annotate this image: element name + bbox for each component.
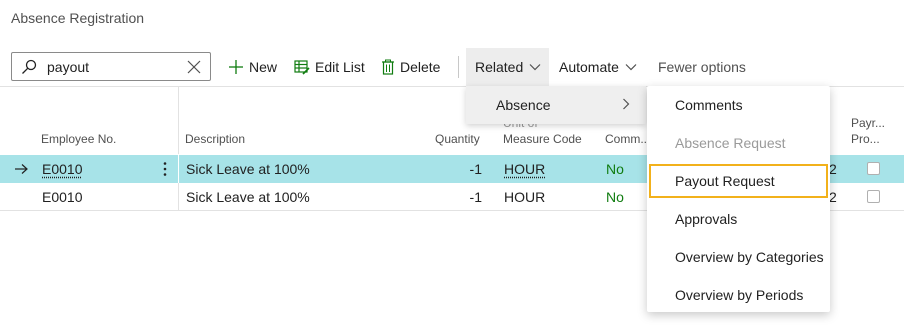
absence-actions-menu: Comments Absence Request Payout Request … [647, 86, 830, 312]
menu-item-label: Approvals [675, 211, 738, 227]
delete-button-label: Delete [400, 59, 441, 75]
clear-icon[interactable] [187, 60, 201, 74]
automate-button-label: Automate [559, 59, 619, 75]
cell-hidden-tail: 2 [829, 189, 837, 205]
column-header-description[interactable]: Description [185, 132, 245, 147]
column-header-quantity[interactable]: Quantity [435, 132, 480, 147]
search-value: payout [47, 59, 90, 75]
menu-item-absence-request: Absence Request [647, 124, 830, 162]
related-submenu-absence[interactable]: Absence [466, 86, 646, 124]
chevron-down-icon [529, 64, 541, 71]
cell-comment[interactable]: No [606, 189, 624, 205]
cell-employee-no[interactable]: E0010 [42, 189, 82, 205]
column-separator [178, 87, 179, 154]
related-button-label: Related [475, 59, 524, 75]
column-header-uom[interactable]: Measure Code [503, 132, 582, 147]
edit-list-icon [294, 60, 310, 75]
column-header-comment[interactable]: Comm... [605, 132, 650, 147]
cell-description[interactable]: Sick Leave at 100% [186, 161, 310, 177]
edit-list-button-label: Edit List [315, 59, 365, 75]
new-button-label: New [249, 59, 278, 75]
cell-uom[interactable]: HOUR [504, 189, 545, 205]
menu-item-label: Overview by Periods [675, 287, 804, 303]
page-title: Absence Registration [11, 10, 145, 26]
delete-button[interactable]: Delete [381, 48, 440, 86]
related-button[interactable]: Related [475, 48, 546, 86]
fewer-options-button[interactable]: Fewer options [658, 48, 746, 86]
menu-item-label: Comments [675, 97, 743, 113]
trash-icon [382, 59, 394, 75]
edit-list-button[interactable]: Edit List [294, 48, 365, 86]
fewer-options-label: Fewer options [658, 59, 746, 75]
new-button[interactable]: New [228, 48, 277, 86]
cell-employee-no[interactable]: E0010 [42, 161, 82, 177]
menu-item-approvals[interactable]: Approvals [647, 200, 830, 238]
more-vertical-icon[interactable] [162, 161, 168, 177]
search-icon [22, 59, 37, 74]
cell-hidden-tail: 2 [829, 161, 837, 177]
submenu-absence-label: Absence [496, 97, 551, 113]
chevron-down-icon [625, 64, 637, 71]
cell-comment[interactable]: No [606, 161, 624, 177]
chevron-right-icon [623, 98, 630, 110]
menu-item-comments[interactable]: Comments [647, 86, 830, 124]
cell-description[interactable]: Sick Leave at 100% [186, 189, 310, 205]
plus-icon [229, 60, 243, 74]
search-input[interactable]: payout [11, 52, 211, 81]
payroll-checkbox[interactable] [867, 162, 880, 175]
menu-item-overview-by-categories[interactable]: Overview by Categories [647, 238, 830, 276]
menu-item-label: Absence Request [675, 135, 786, 151]
cell-quantity[interactable]: -1 [440, 161, 482, 177]
cell-uom[interactable]: HOUR [504, 161, 545, 177]
column-header-payroll-line2: Pro... [851, 132, 880, 146]
column-header-payroll[interactable]: Payr... [851, 116, 885, 131]
action-bar: payout New Edit List Delete Related Auto… [0, 48, 904, 86]
payroll-checkbox[interactable] [867, 190, 880, 203]
toolbar-divider [458, 56, 459, 78]
menu-item-label: Payout Request [675, 173, 775, 189]
menu-item-payout-request[interactable]: Payout Request [649, 164, 828, 198]
automate-button[interactable]: Automate [559, 48, 642, 86]
menu-item-label: Overview by Categories [675, 249, 824, 265]
column-header-employee-no[interactable]: Employee No. [41, 132, 116, 147]
row-arrow-icon [15, 164, 28, 174]
menu-item-overview-by-periods[interactable]: Overview by Periods [647, 276, 830, 314]
cell-separator [178, 155, 179, 183]
cell-quantity[interactable]: -1 [440, 189, 482, 205]
cell-separator [178, 183, 179, 211]
